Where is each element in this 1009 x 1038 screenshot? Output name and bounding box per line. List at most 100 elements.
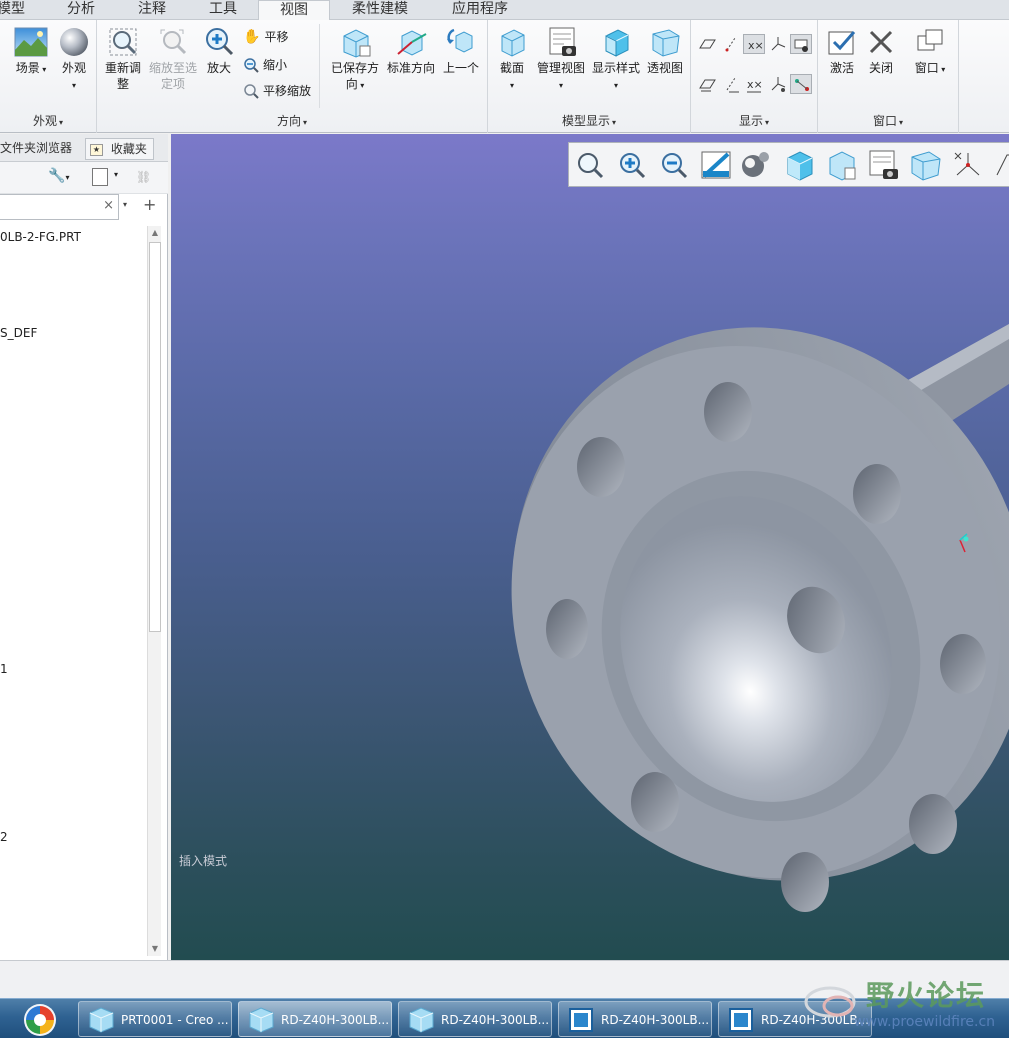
axis-display-icon[interactable]	[721, 34, 743, 54]
start-orb-icon	[24, 1004, 56, 1036]
display-style-button[interactable]: 显示样式 ▾	[590, 26, 642, 94]
tab-applications[interactable]: 应用程序	[430, 0, 530, 20]
tab-folder-browser[interactable]: 文件夹浏览器	[0, 138, 82, 160]
zoom-in-icon[interactable]	[615, 149, 649, 181]
windows-button[interactable]: 窗口 ▾	[908, 26, 952, 78]
saved-views-icon[interactable]	[825, 149, 859, 181]
standard-orientation-icon	[397, 30, 427, 56]
watermark-logo	[804, 986, 856, 1018]
taskbar-item-rd1[interactable]: RD-Z40H-300LB...	[238, 1001, 392, 1037]
graphics-area[interactable]: 插入模式	[171, 134, 1009, 960]
scrollbar-thumb[interactable]	[149, 242, 161, 632]
pan-button[interactable]: ✋ 平移	[243, 28, 288, 45]
chevron-down-icon[interactable]: ▾	[114, 170, 118, 179]
activate-icon	[828, 31, 856, 55]
tree-item-1[interactable]: 1	[0, 662, 8, 676]
point-tag-icon[interactable]: x×	[743, 74, 765, 94]
tab-flexible-modeling[interactable]: 柔性建模	[330, 0, 430, 20]
saved-orientations-button[interactable]: 已保存方向 ▾	[327, 26, 383, 94]
refit-icon[interactable]	[573, 149, 607, 181]
orientation-group-label[interactable]: 方向 ▾	[97, 112, 487, 129]
tab-annotate[interactable]: 注释	[116, 0, 188, 20]
tab-view[interactable]: 视图	[258, 0, 330, 21]
manage-views-button[interactable]: 管理视图 ▾	[532, 26, 590, 94]
tree-item-2[interactable]: 2	[0, 830, 8, 844]
annotation-display-icon[interactable]	[790, 34, 812, 54]
activate-button[interactable]: 激活	[822, 26, 862, 76]
zoom-in-button[interactable]: 放大	[201, 26, 237, 76]
perspective-button[interactable]: 透视图	[642, 26, 688, 76]
filter-icon[interactable]: ⛓	[136, 170, 156, 186]
ribbon: 场景 ▾ 外观 ▾ 外观 ▾ 重新调整 缩放至选 定项 放大 ✋ 平移 缩小 平…	[0, 20, 1009, 133]
section-icon	[501, 29, 525, 57]
tab-model[interactable]: 模型	[0, 0, 46, 20]
creo-part-icon	[87, 1007, 115, 1033]
zoom-to-selected-button[interactable]: 缩放至选 定项	[147, 26, 199, 92]
creo-drawing-icon	[727, 1007, 755, 1033]
standard-orientation-button[interactable]: 标准方向	[385, 26, 437, 76]
plane-display-icon[interactable]	[993, 149, 1009, 181]
add-icon[interactable]: +	[143, 195, 156, 214]
appearance-sphere-icon[interactable]	[739, 149, 773, 181]
scroll-up-icon[interactable]: ▲	[148, 226, 162, 240]
scene-button[interactable]: 场景 ▾	[10, 26, 52, 78]
settings-icon[interactable]: 🔧▾	[48, 168, 69, 184]
graphics-toolbar	[568, 142, 1009, 187]
show-group-label[interactable]: 显示 ▾	[691, 112, 817, 129]
window-group-label[interactable]: 窗口 ▾	[818, 112, 958, 129]
tree-item-def[interactable]: S_DEF	[0, 326, 37, 340]
hand-icon: ✋	[243, 28, 261, 45]
start-button[interactable]	[22, 1002, 58, 1038]
navigator-toolbar: 🔧▾ ▾ ⛓	[0, 162, 168, 194]
axis-tag-icon[interactable]	[721, 74, 743, 94]
scroll-down-icon[interactable]: ▼	[148, 942, 162, 956]
taskbar-item-rd2[interactable]: RD-Z40H-300LB...	[398, 1001, 552, 1037]
taskbar-item-prt0001[interactable]: PRT0001 - Creo ...	[78, 1001, 232, 1037]
search-input[interactable]: ×	[0, 194, 119, 220]
previous-orientation-button[interactable]: 上一个	[439, 26, 483, 76]
zoom-out-icon[interactable]	[657, 149, 691, 181]
csys-tag-icon[interactable]	[767, 74, 789, 94]
appearance-group: 场景 ▾ 外观 ▾ 外观 ▾	[0, 20, 97, 133]
point-display-icon[interactable]: x×	[743, 34, 765, 54]
zoom-selected-icon	[160, 29, 187, 55]
mode-indicator: 插入模式	[179, 854, 228, 868]
flange-model[interactable]	[171, 134, 1009, 960]
zoom-out-small-icon	[244, 57, 259, 73]
clear-icon[interactable]: ×	[103, 198, 114, 213]
spin-center-icon[interactable]	[790, 74, 812, 94]
manage-views-icon[interactable]	[867, 149, 901, 181]
display-style-icon[interactable]	[783, 149, 817, 181]
csys-display-icon[interactable]	[767, 34, 789, 54]
saved-views-icon	[343, 29, 371, 58]
tab-analysis[interactable]: 分析	[46, 0, 116, 20]
appearance-button[interactable]: 外观 ▾	[54, 26, 94, 94]
chevron-down-icon[interactable]: ▾	[123, 200, 127, 209]
navigator-panel: 文件夹浏览器 ★ 收藏夹 🔧▾ ▾ ⛓ × ▾ + 0LB-2-FG.PRT S…	[0, 134, 168, 960]
model-display-group-label[interactable]: 模型显示 ▾	[488, 112, 690, 129]
navigator-tabs: 文件夹浏览器 ★ 收藏夹	[0, 134, 168, 162]
show-icon[interactable]	[92, 168, 108, 186]
refit-button[interactable]: 重新调整	[101, 26, 145, 92]
repaint-icon[interactable]	[699, 149, 733, 181]
perspective-icon[interactable]	[909, 149, 943, 181]
plane-display-icon[interactable]	[697, 34, 719, 54]
appearance-group-label[interactable]: 外观 ▾	[0, 112, 96, 129]
creo-part-icon	[407, 1007, 435, 1033]
svg-text:x×: x×	[748, 39, 764, 52]
datum-display-icon[interactable]	[951, 149, 985, 181]
close-icon	[869, 30, 893, 54]
pan-zoom-button[interactable]: 平移缩放	[243, 82, 311, 99]
section-button[interactable]: 截面 ▾	[492, 26, 532, 94]
sphere-icon	[60, 28, 88, 56]
taskbar-item-rd3[interactable]: RD-Z40H-300LB...	[558, 1001, 712, 1037]
tree-scrollbar[interactable]: ▲ ▼	[147, 226, 161, 956]
tab-tools[interactable]: 工具	[188, 0, 258, 20]
forum-watermark: 野火论坛 www.proewildfire.cn	[796, 970, 1009, 1038]
perspective-icon	[652, 29, 680, 57]
close-window-button[interactable]: 关闭	[862, 26, 900, 76]
tree-item-part[interactable]: 0LB-2-FG.PRT	[0, 230, 81, 244]
zoom-out-button[interactable]: 缩小	[243, 56, 287, 73]
plane-tag-icon[interactable]	[697, 74, 719, 94]
tab-favorites[interactable]: ★ 收藏夹	[85, 138, 154, 160]
